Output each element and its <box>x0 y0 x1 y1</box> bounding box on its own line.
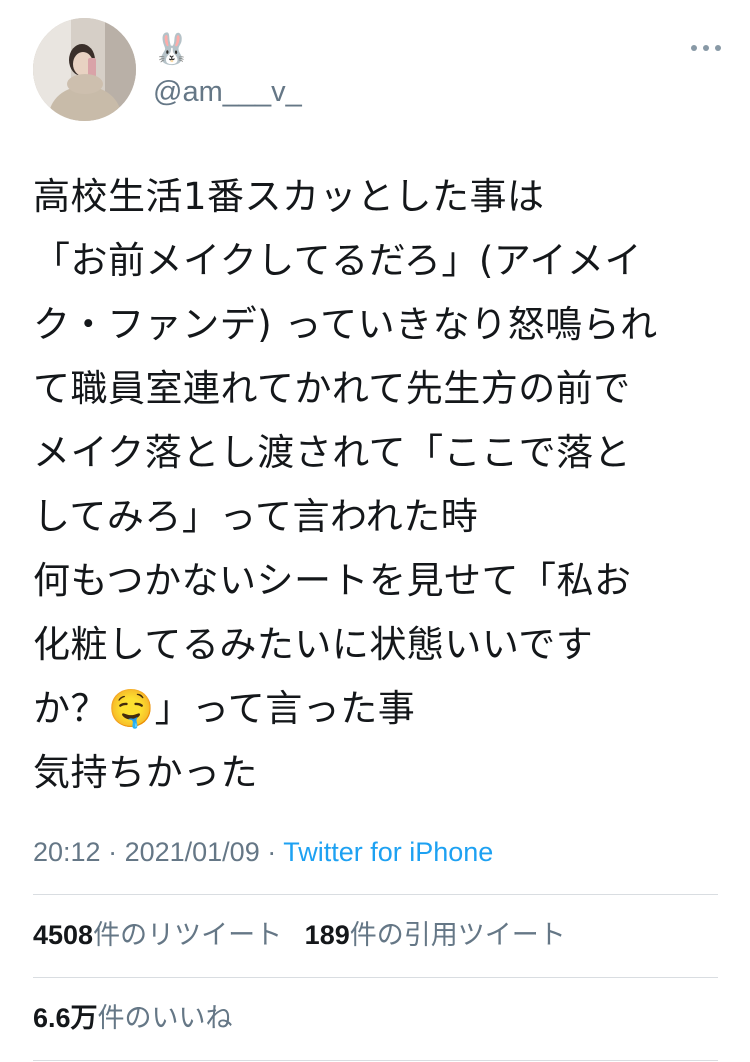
retweets-stat[interactable]: 4508件のリツイート <box>33 915 282 956</box>
avatar[interactable] <box>33 18 136 121</box>
meta-separator: · <box>100 837 125 867</box>
user-handle[interactable]: @am___v_ <box>153 74 302 110</box>
avatar-photo <box>33 18 136 121</box>
quote-count: 189 <box>304 920 350 950</box>
tweet-time: 20:12 <box>33 837 101 867</box>
tweet-meta: 20:12 · 2021/01/09 · Twitter for iPhone <box>33 832 493 872</box>
like-count: 6.6万 <box>33 1003 98 1033</box>
more-horizontal-icon[interactable] <box>689 40 723 56</box>
display-name[interactable]: 🐰 <box>153 32 302 68</box>
tweet-header: 🐰 @am___v_ <box>33 18 723 122</box>
stats-row-likes: 6.6万件のいいね <box>33 998 233 1039</box>
divider <box>33 894 718 895</box>
like-label: 件のいいね <box>97 1003 233 1034</box>
quote-label: 件の引用ツイート <box>349 920 566 951</box>
user-info: 🐰 @am___v_ <box>153 32 302 110</box>
meta-separator: · <box>259 837 284 867</box>
tweet-date: 2021/01/09 <box>124 837 260 867</box>
retweet-count: 4508 <box>33 920 94 950</box>
stats-row-shares: 4508件のリツイート 189件の引用ツイート <box>33 915 566 956</box>
divider <box>33 1060 718 1061</box>
likes-stat[interactable]: 6.6万件のいいね <box>33 998 233 1039</box>
tweet-text: 高校生活1番スカッとした事は 「お前メイクしてるだろ」(アイメイ ク・ファンデ)… <box>33 175 658 794</box>
quotes-stat[interactable]: 189件の引用ツイート <box>305 915 566 956</box>
tweet-source-link[interactable]: Twitter for iPhone <box>283 837 493 867</box>
retweet-label: 件のリツイート <box>93 920 283 951</box>
divider <box>33 977 718 978</box>
